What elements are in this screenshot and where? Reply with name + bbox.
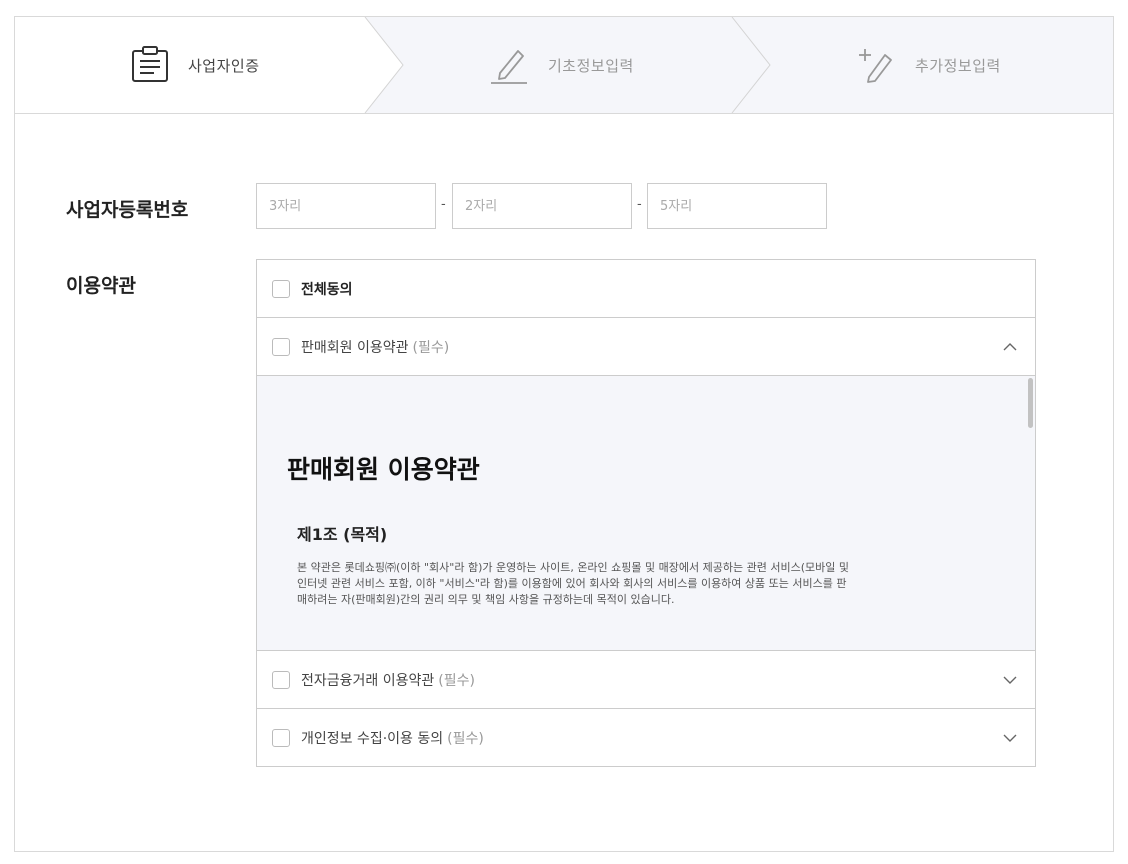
required-tag: (필수): [447, 731, 484, 747]
terms-item-label: 개인정보 수집·이용 동의: [301, 731, 444, 747]
terms-scrollbar[interactable]: [1025, 376, 1035, 650]
agree-all-row[interactable]: 전체동의: [257, 260, 1035, 318]
terms-item-efinance[interactable]: 전자금융거래 이용약관 (필수): [257, 651, 1035, 709]
chevron-up-icon[interactable]: [1001, 338, 1019, 356]
step-separator: [364, 17, 404, 113]
step-label: 사업자인증: [188, 56, 260, 75]
business-number-label: 사업자등록번호: [66, 199, 189, 221]
terms-privacy-checkbox[interactable]: [272, 729, 290, 747]
step-business-verification: 사업자인증: [15, 17, 403, 113]
terms-seller-checkbox[interactable]: [272, 337, 290, 356]
terms-document-title: 판매회원 이용약관: [287, 455, 480, 484]
terms-content-panel: 판매회원 이용약관 제1조 (목적) 본 약관은 롯데쇼핑㈜(이하 "회사"라 …: [257, 376, 1035, 651]
required-tag: (필수): [412, 339, 450, 356]
separator-dash: -: [441, 197, 446, 212]
required-tag: (필수): [438, 672, 475, 689]
signup-panel: 사업자인증 기초정보입력 추가정보입력 사업자등록번호 3자리 - 2자리 - …: [14, 16, 1114, 852]
chevron-down-icon[interactable]: [1001, 729, 1019, 747]
chevron-down-icon[interactable]: [1001, 671, 1019, 689]
terms-box: 전체동의 판매회원 이용약관 (필수) 판매회원 이용약관 제1조 (목적) 본…: [256, 259, 1036, 767]
step-indicator: 사업자인증 기초정보입력 추가정보입력: [15, 17, 1113, 114]
terms-article-title: 제1조 (목적): [297, 525, 388, 544]
document-icon: [130, 45, 170, 85]
business-number-part2-input[interactable]: [452, 183, 632, 229]
terms-article-line: 인터넷 관련 서비스 포함, 이하 "서비스"라 함)를 이용함에 있어 회사와…: [297, 577, 847, 590]
pencil-icon: [490, 45, 530, 85]
business-number-part3-input[interactable]: [647, 183, 827, 229]
step-separator: [731, 17, 771, 113]
terms-label: 이용약관: [66, 275, 136, 297]
terms-article-text: 본 약관은 롯데쇼핑㈜(이하 "회사"라 함)가 운영하는 사이트, 온라인 쇼…: [297, 560, 967, 608]
terms-item-privacy[interactable]: 개인정보 수집·이용 동의 (필수): [257, 709, 1035, 767]
separator-dash: -: [637, 197, 642, 212]
agree-all-label: 전체동의: [301, 281, 353, 298]
step-label: 추가정보입력: [915, 56, 1001, 75]
terms-article-line: 매하려는 자(판매회원)간의 권리 의무 및 책임 사항을 규정하는데 목적이 …: [297, 593, 675, 606]
pencil-plus-icon: [857, 45, 897, 85]
terms-item-label: 판매회원 이용약관: [301, 339, 409, 356]
terms-efinance-checkbox[interactable]: [272, 670, 290, 689]
terms-article-line: 본 약관은 롯데쇼핑㈜(이하 "회사"라 함)가 운영하는 사이트, 온라인 쇼…: [297, 561, 849, 574]
step-label: 기초정보입력: [548, 56, 634, 75]
terms-item-seller[interactable]: 판매회원 이용약관 (필수): [257, 318, 1035, 376]
agree-all-checkbox[interactable]: [272, 279, 290, 298]
scrollbar-thumb[interactable]: [1028, 378, 1033, 428]
step-basic-info: 기초정보입력: [490, 45, 634, 85]
step-additional-info: 추가정보입력: [857, 45, 1001, 85]
terms-item-label: 전자금융거래 이용약관: [301, 672, 435, 689]
business-number-part1-input[interactable]: [256, 183, 436, 229]
